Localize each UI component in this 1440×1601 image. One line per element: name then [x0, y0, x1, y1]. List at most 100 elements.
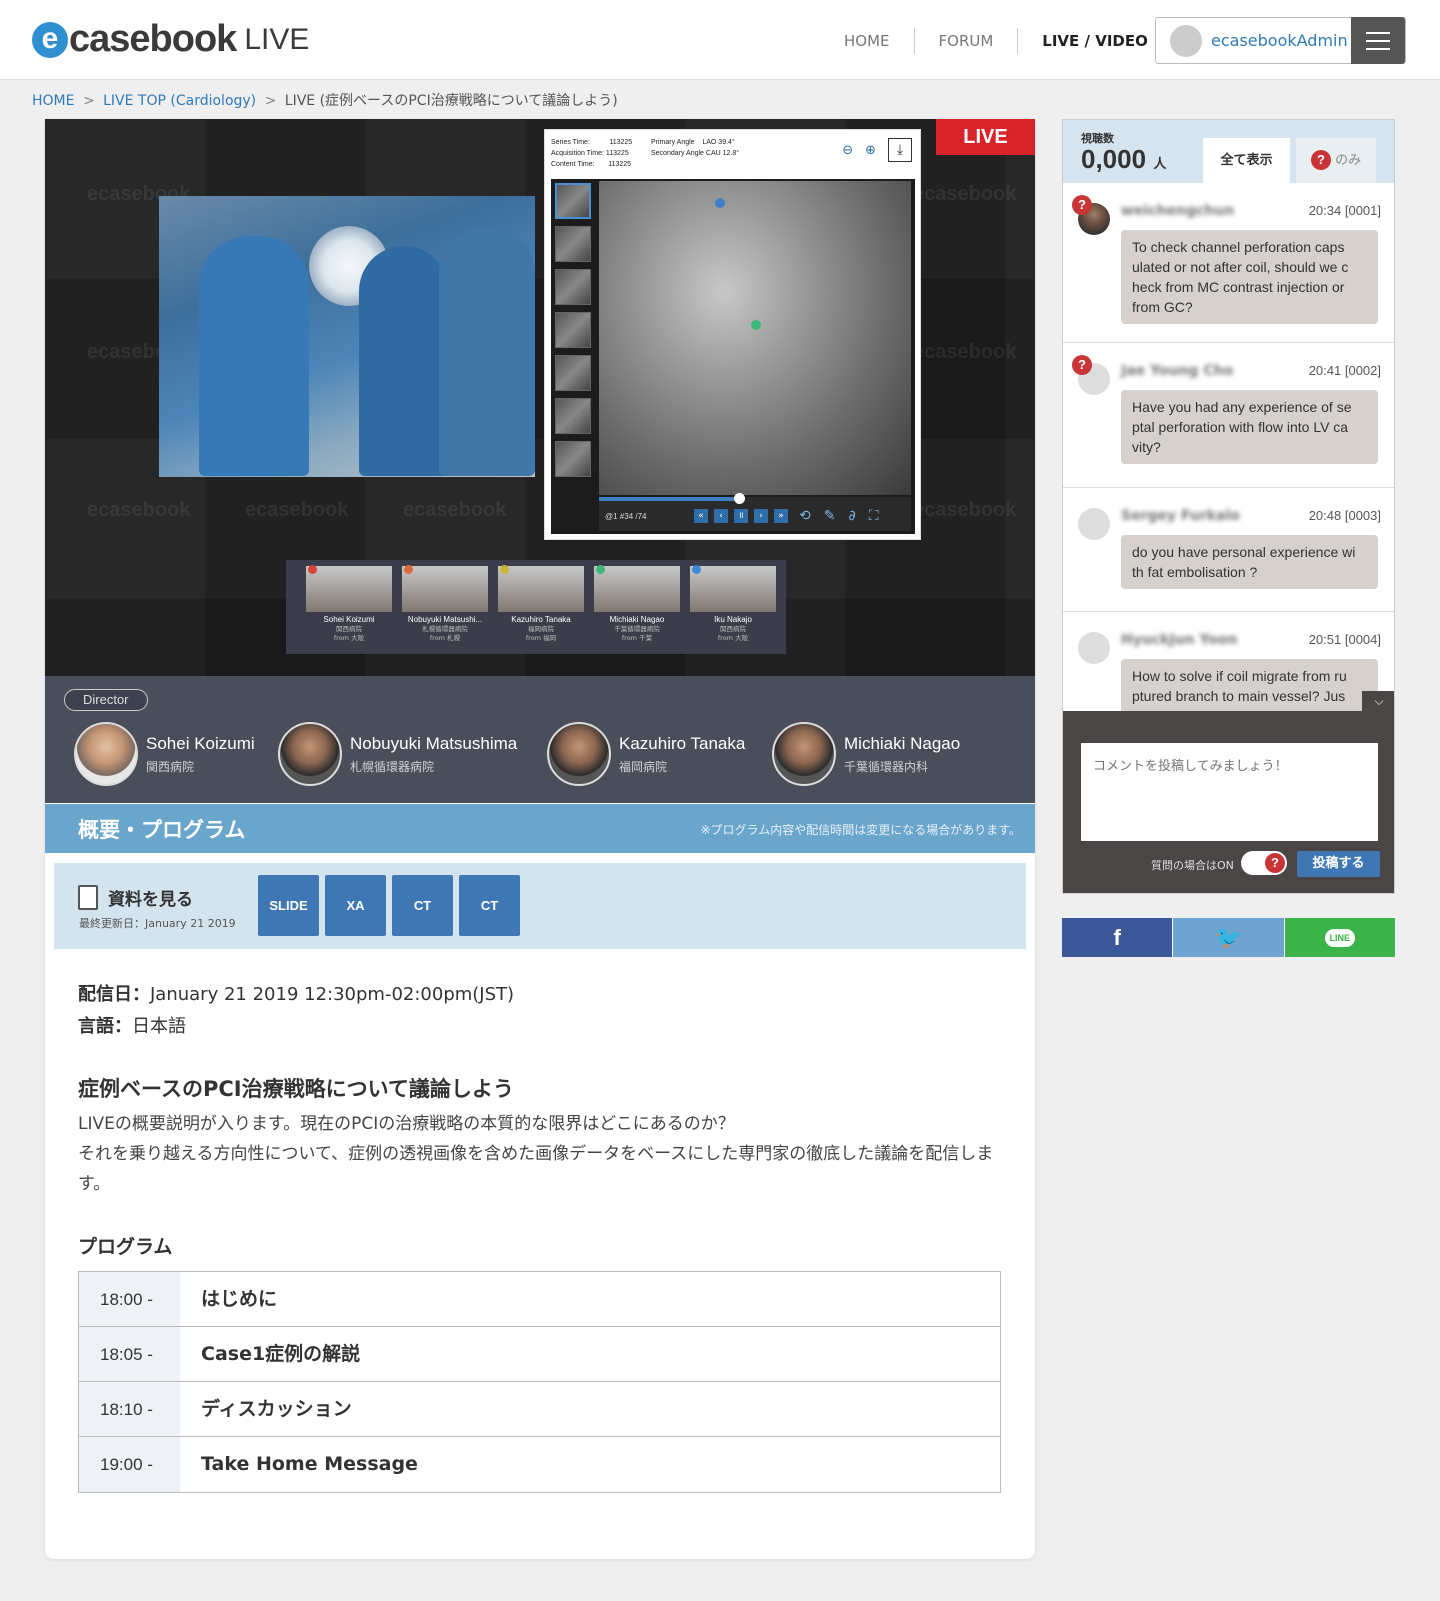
nav-home[interactable]: HOME [820, 28, 915, 54]
participant-hospital: 関西病院 [720, 625, 746, 633]
panelist[interactable]: Michiaki Nagao 千葉循環器内科 [772, 722, 960, 786]
prev-frame-icon[interactable]: ‹ [714, 509, 728, 523]
xa-image-view[interactable]: @1 #34 /74 « ‹ ॥ › » ⟲ ✎ ∂ ⛶ [551, 179, 915, 534]
logo-e: e [32, 21, 68, 58]
chat-comment[interactable]: ? Jae Young Cho 20:41 [0002] Have you had a… [1063, 343, 1394, 488]
zoom-in-icon[interactable]: ⊕ [865, 143, 876, 158]
loop-icon[interactable]: ⟲ [799, 508, 811, 524]
hamburger-menu-icon[interactable] [1351, 17, 1405, 64]
doc-button-xa[interactable]: XA [325, 875, 386, 936]
doc-button-ct[interactable]: CT [392, 875, 453, 936]
table-row: 18:00 - はじめに [79, 1272, 1000, 1327]
participant-tile[interactable]: Sohei Koizumi 関西病院 from 大阪 [306, 565, 392, 654]
breadcrumb-home[interactable]: HOME [32, 93, 74, 109]
participant-tile[interactable]: Kazuhiro Tanaka 福岡病院 from 福岡 [498, 565, 584, 654]
xa-viewer[interactable]: Series Time: 113225 Acquisition Time: 11… [544, 129, 921, 540]
chat-comment[interactable]: ? weichengchun 20:34 [0001] To check channe… [1063, 183, 1394, 343]
chevron-down-icon[interactable]: ⌵ [1362, 691, 1394, 711]
nav-forum[interactable]: FORUM [915, 28, 1019, 54]
status-dot [404, 565, 413, 574]
xa-playback-controls: @1 #34 /74 « ‹ ॥ › » ⟲ ✎ ∂ ⛶ [599, 493, 911, 531]
fullscreen-icon[interactable]: ⛶ [869, 508, 879, 524]
watermark: ecasebook [913, 341, 1017, 363]
xa-thumbnail[interactable] [555, 355, 591, 391]
section-title: 概要・プログラム [78, 818, 246, 842]
last-frame-icon[interactable]: » [774, 509, 788, 523]
participant-from: from 大阪 [717, 634, 749, 642]
participant-name: Sohei Koizumi [323, 615, 375, 624]
comment-time: 20:41 [0002] [1308, 363, 1381, 378]
xa-thumbnail[interactable] [555, 226, 591, 262]
attach-icon[interactable]: ∂ [848, 508, 855, 524]
xa-thumbnails [555, 183, 595, 493]
comment-time: 20:51 [0004] [1308, 632, 1381, 647]
zoom-out-icon[interactable]: ⊖ [842, 143, 853, 158]
pause-icon[interactable]: ॥ [734, 509, 748, 523]
comment-text: Have you had any experience of se ptal p… [1121, 390, 1378, 464]
xa-progress-knob[interactable] [734, 493, 746, 504]
live-video-player[interactable]: ecasebook ecasebook ecasebook ecasebook … [45, 119, 1035, 676]
line-share-button[interactable]: LINE [1284, 918, 1395, 957]
xa-thumbnail[interactable] [555, 269, 591, 305]
post-button[interactable]: 投稿する [1297, 851, 1380, 877]
participant-name: Nobuyuki Matsushi... [407, 615, 483, 624]
broadcast-date: January 21 2019 12:30pm-02:00pm(JST) [150, 984, 515, 1005]
comment-list[interactable]: ? weichengchun 20:34 [0001] To check channe… [1063, 183, 1394, 711]
question-toggle[interactable]: ? [1241, 851, 1287, 875]
documents-updated: 最終更新日：January 21 2019 [79, 917, 236, 930]
nav-live-video[interactable]: LIVE / VIDEO [1018, 28, 1172, 54]
participant-tile[interactable]: Nobuyuki Matsushi... 札幌循環器病院 from 札幌 [402, 565, 488, 654]
program-table: 18:00 - はじめに 18:05 - Case1症例の解説 18:10 - ディス… [78, 1271, 1001, 1493]
status-dot [596, 565, 605, 574]
panelist[interactable]: Sohei Koizumi 関西病院 [74, 722, 255, 786]
xa-thumbnail[interactable] [555, 441, 591, 477]
program-title: プログラム [78, 1236, 173, 1258]
logo[interactable]: e casebook LIVE [32, 18, 309, 61]
panelist-hospital: 千葉循環器内科 [844, 759, 929, 774]
panelist[interactable]: Kazuhiro Tanaka 福岡病院 [547, 722, 745, 786]
logo-live: LIVE [244, 22, 310, 56]
participant-video [306, 566, 392, 612]
xa-progress-bar[interactable] [599, 497, 740, 501]
twitter-share-button[interactable]: 🐦 [1172, 918, 1285, 957]
chat-comment[interactable]: Sergey Furkalo 20:48 [0003] do you have pe… [1063, 488, 1394, 612]
comment-time: 20:48 [0003] [1308, 508, 1381, 523]
user-menu[interactable]: ecasebookAdmin [1155, 17, 1406, 64]
live-description: LIVEの概要説明が入ります。現在のPCIの治療戦略の本質的な限界はどこにあるの… [78, 1114, 994, 1194]
chat-panel: 視聴数 0,000 人 全て表示 ? のみ ? weichengchun 20:34… [1062, 119, 1395, 894]
xa-thumbnail[interactable] [555, 398, 591, 434]
panelist-name: Nobuyuki Matsushima [350, 733, 518, 753]
watermark: ecasebook [403, 499, 507, 521]
download-icon[interactable]: ⤓ [888, 138, 912, 162]
breadcrumb: HOME > LIVE TOP (Cardiology) > LIVE (症例ベ… [32, 90, 618, 110]
doc-button-ct[interactable]: CT [459, 875, 520, 936]
avatar [74, 722, 138, 786]
language-value: 日本語 [132, 1016, 186, 1037]
chat-comment[interactable]: HyuckJun Yoon 20:51 [0004] How to solve if… [1063, 612, 1394, 711]
panelist-hospital: 関西病院 [146, 759, 195, 774]
breadcrumb-separator: > [264, 93, 277, 109]
participant-tile[interactable]: Michiaki Nagao 千葉循環器病院 from 千葉 [594, 565, 680, 654]
tab-all[interactable]: 全て表示 [1203, 138, 1290, 183]
chat-header: 視聴数 0,000 人 全て表示 ? のみ [1063, 120, 1394, 183]
operating-room-video [159, 196, 535, 477]
first-frame-icon[interactable]: « [694, 509, 708, 523]
comment-user: weichengchun [1121, 203, 1235, 219]
pen-icon[interactable]: ✎ [824, 508, 836, 524]
xa-meta-left: Series Time: 113225 Acquisition Time: 11… [551, 139, 633, 168]
panelist[interactable]: Nobuyuki Matsushima 札幌循環器病院 [278, 722, 517, 786]
xa-thumbnail[interactable] [555, 312, 591, 348]
doc-button-slide[interactable]: SLIDE [258, 875, 319, 936]
facebook-share-button[interactable]: f [1062, 918, 1173, 957]
question-icon: ? [1072, 195, 1092, 215]
tab-questions-only[interactable]: ? のみ [1296, 138, 1376, 183]
avatar [278, 722, 342, 786]
participant-tile[interactable]: Iku Nakajo 関西病院 from 大阪 [690, 565, 776, 654]
xa-thumbnail[interactable] [555, 183, 591, 219]
breadcrumb-live-top[interactable]: LIVE TOP (Cardiology) [103, 93, 256, 109]
next-frame-icon[interactable]: › [754, 509, 768, 523]
comment-input[interactable] [1081, 743, 1378, 841]
breadcrumb-current: LIVE (症例ベースのPCI治療戦略について議論しよう) [284, 93, 618, 109]
participant-from: from 大阪 [333, 634, 365, 642]
comment-user: Jae Young Cho [1121, 363, 1234, 379]
